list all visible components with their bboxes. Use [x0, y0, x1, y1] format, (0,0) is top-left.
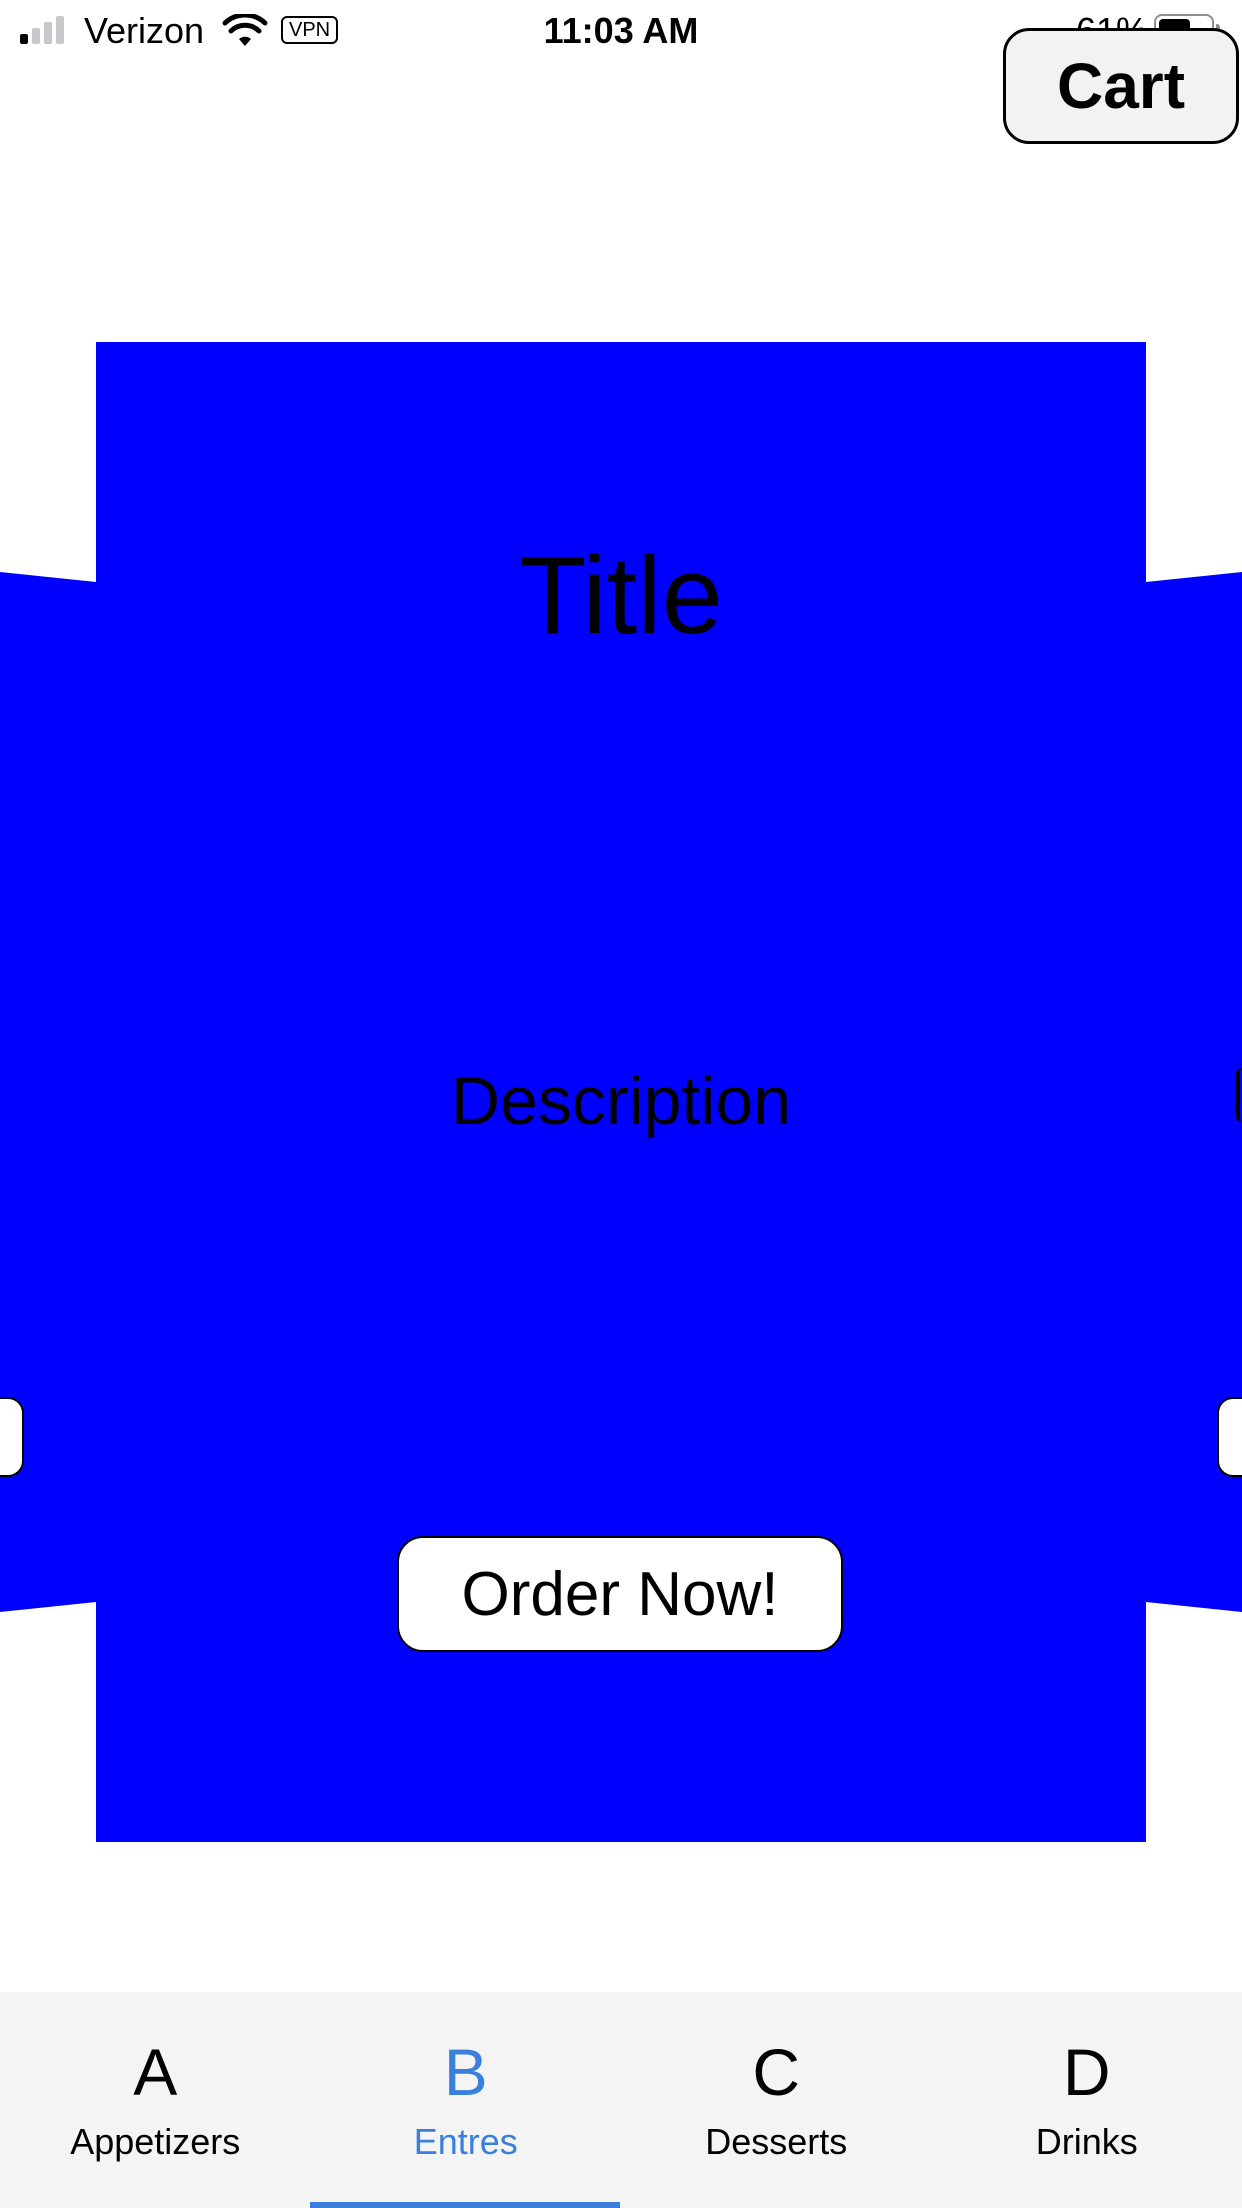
cart-button[interactable]: Cart [1003, 28, 1239, 144]
card-title: Title [519, 534, 723, 657]
tab-icon-letter: D [1062, 2035, 1111, 2109]
tab-label: Desserts [705, 2121, 848, 2162]
tab-icon-letter: A [133, 2035, 178, 2109]
tab-label: Drinks [1035, 2121, 1138, 2162]
tab-entres[interactable]: B Entres [311, 1992, 622, 2208]
tab-bar: A Appetizers B Entres C Desserts D Drink… [0, 1992, 1242, 2208]
menu-item-card: Title Description Order Now! [96, 342, 1146, 1842]
tab-appetizers[interactable]: A Appetizers [0, 1992, 311, 2208]
tab-drinks[interactable]: D Drinks [932, 1992, 1242, 2208]
tab-desserts[interactable]: C Desserts [621, 1992, 932, 2208]
tab-label: Entres [413, 2121, 518, 2162]
next-card-order-button[interactable] [1217, 1397, 1242, 1477]
previous-card-order-button[interactable] [0, 1397, 24, 1477]
next-card-text-fragment [1236, 1068, 1242, 1122]
card-description: Description [450, 1063, 792, 1139]
screen: Verizon VPN 11:03 AM 61% Cart Title Desc… [0, 0, 1242, 2208]
selected-tab-indicator [310, 2202, 620, 2208]
order-now-button[interactable]: Order Now! [397, 1536, 843, 1652]
tab-label: Appetizers [70, 2121, 241, 2162]
tab-icon-letter: B [443, 2035, 488, 2109]
tab-icon-letter: C [752, 2035, 801, 2109]
